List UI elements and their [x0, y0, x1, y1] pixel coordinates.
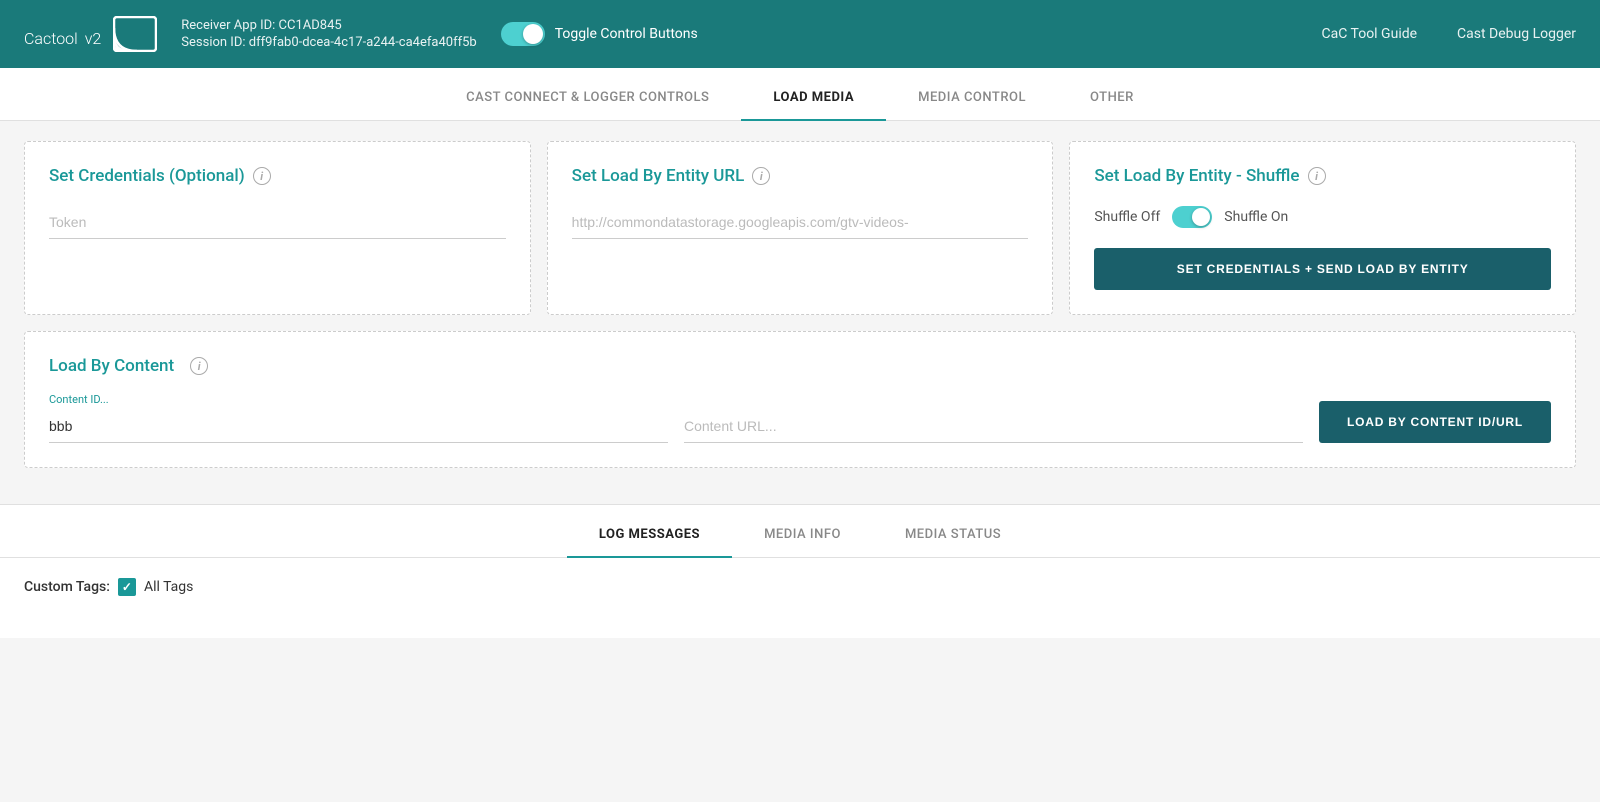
load-entity-shuffle-title: Set Load By Entity - Shuffle i — [1094, 166, 1551, 186]
tab-load-media[interactable]: LOAD MEDIA — [741, 76, 886, 121]
app-header: Cactool v2 Receiver App ID: CC1AD845 Ses… — [0, 0, 1600, 68]
shuffle-off-label: Shuffle Off — [1094, 209, 1160, 225]
cast-icon — [113, 16, 157, 52]
app-name: Cactool v2 — [24, 18, 101, 51]
shuffle-on-label: Shuffle On — [1224, 209, 1288, 225]
tab-other[interactable]: OTHER — [1058, 76, 1166, 121]
session-id: Session ID: dff9fab0-dcea-4c17-a244-ca4e… — [181, 35, 476, 50]
content-url-group — [684, 392, 1303, 443]
load-entity-url-title: Set Load By Entity URL i — [572, 166, 1029, 186]
credentials-title: Set Credentials (Optional) i — [49, 166, 506, 186]
tab-cast-connect[interactable]: CAST CONNECT & LOGGER CONTROLS — [434, 76, 741, 121]
content-id-group: Content ID... — [49, 393, 668, 443]
load-by-content-button[interactable]: LOAD BY CONTENT ID/URL — [1319, 401, 1551, 443]
load-content-inputs-row: Content ID... LOAD BY CONTENT ID/URL — [49, 392, 1551, 443]
shuffle-toggle-row: Shuffle Off Shuffle On — [1094, 206, 1551, 228]
toggle-control[interactable]: Toggle Control Buttons — [501, 22, 698, 46]
content-id-label: Content ID... — [49, 393, 668, 406]
all-tags-checkbox[interactable] — [118, 578, 136, 596]
nav-guide-link[interactable]: CaC Tool Guide — [1322, 26, 1418, 42]
header-nav: CaC Tool Guide Cast Debug Logger — [1322, 26, 1577, 42]
load-content-card: Load By Content i Content ID... LOAD BY … — [24, 331, 1576, 468]
token-input[interactable] — [49, 206, 506, 239]
cards-row: Set Credentials (Optional) i Set Load By… — [24, 141, 1576, 315]
bottom-tabs: LOG MESSAGES MEDIA INFO MEDIA STATUS — [0, 505, 1600, 558]
shuffle-toggle[interactable] — [1172, 206, 1212, 228]
set-credentials-send-load-button[interactable]: SET CREDENTIALS + SEND LOAD BY ENTITY — [1094, 248, 1551, 290]
tab-media-info[interactable]: MEDIA INFO — [732, 513, 873, 558]
custom-tags-label: Custom Tags: — [24, 579, 110, 595]
session-info: Receiver App ID: CC1AD845 Session ID: df… — [181, 18, 476, 50]
load-entity-shuffle-card: Set Load By Entity - Shuffle i Shuffle O… — [1069, 141, 1576, 315]
toggle-switch[interactable] — [501, 22, 545, 46]
tab-media-control[interactable]: MEDIA CONTROL — [886, 76, 1058, 121]
content-url-input[interactable] — [684, 410, 1303, 443]
custom-tags-row: Custom Tags: All Tags — [24, 578, 1576, 596]
load-content-help-icon[interactable]: i — [190, 357, 208, 375]
credentials-help-icon[interactable]: i — [253, 167, 271, 185]
all-tags-label: All Tags — [144, 579, 193, 595]
tab-media-status[interactable]: MEDIA STATUS — [873, 513, 1033, 558]
main-tabs: CAST CONNECT & LOGGER CONTROLS LOAD MEDI… — [0, 68, 1600, 121]
content-id-input[interactable] — [49, 410, 668, 443]
load-entity-url-card: Set Load By Entity URL i — [547, 141, 1054, 315]
entity-url-input[interactable] — [572, 206, 1029, 239]
toggle-label: Toggle Control Buttons — [555, 26, 698, 42]
tab-log-messages[interactable]: LOG MESSAGES — [567, 513, 732, 558]
bottom-section: LOG MESSAGES MEDIA INFO MEDIA STATUS Cus… — [0, 504, 1600, 638]
receiver-app-id: Receiver App ID: CC1AD845 — [181, 18, 476, 33]
load-entity-url-help-icon[interactable]: i — [752, 167, 770, 185]
logo: Cactool v2 — [24, 16, 157, 52]
load-entity-shuffle-help-icon[interactable]: i — [1308, 167, 1326, 185]
bottom-content: Custom Tags: All Tags — [0, 558, 1600, 638]
main-content: Set Credentials (Optional) i Set Load By… — [0, 121, 1600, 504]
credentials-card: Set Credentials (Optional) i — [24, 141, 531, 315]
load-content-title: Load By Content i — [49, 356, 208, 376]
load-content-header: Load By Content i — [49, 356, 1551, 376]
nav-logger-link[interactable]: Cast Debug Logger — [1457, 26, 1576, 42]
